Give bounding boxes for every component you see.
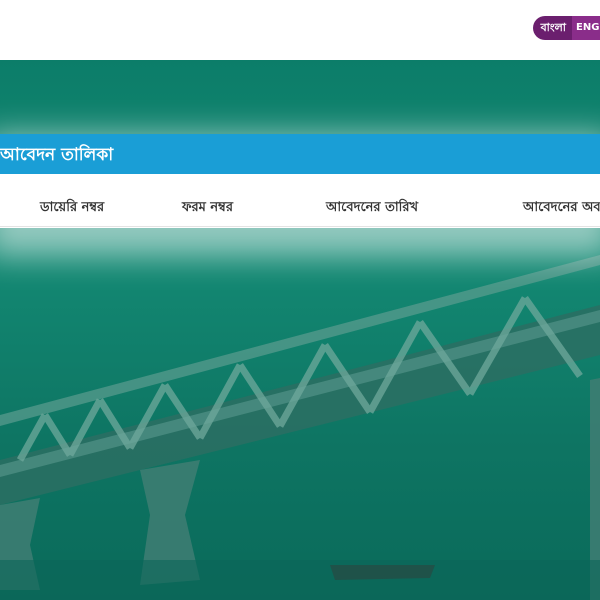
- divider: [0, 226, 600, 227]
- bangla-option[interactable]: বাংলা: [532, 16, 572, 40]
- language-toggle[interactable]: বাংলা ENGLISH: [532, 16, 600, 40]
- col-form-number: ফরম নম্বর: [182, 200, 233, 215]
- col-application-date: আবেদনের তারিখ: [326, 200, 419, 215]
- application-list-panel: আবেদন তালিকা ডায়েরি নম্বর ফরম নম্বর আবে…: [0, 134, 600, 228]
- english-option[interactable]: ENGLISH: [572, 16, 600, 40]
- col-diary-number: ডায়েরি নম্বর: [40, 200, 105, 215]
- panel-title: আবেদন তালিকা: [0, 145, 114, 165]
- table-header-row: ডায়েরি নম্বর ফরম নম্বর আবেদনের তারিখ আব…: [0, 174, 600, 228]
- panel-header: আবেদন তালিকা: [0, 134, 600, 174]
- top-header: বাংলা ENGLISH: [0, 0, 600, 60]
- col-application-status: আবেদনের অবস্থা: [523, 200, 600, 215]
